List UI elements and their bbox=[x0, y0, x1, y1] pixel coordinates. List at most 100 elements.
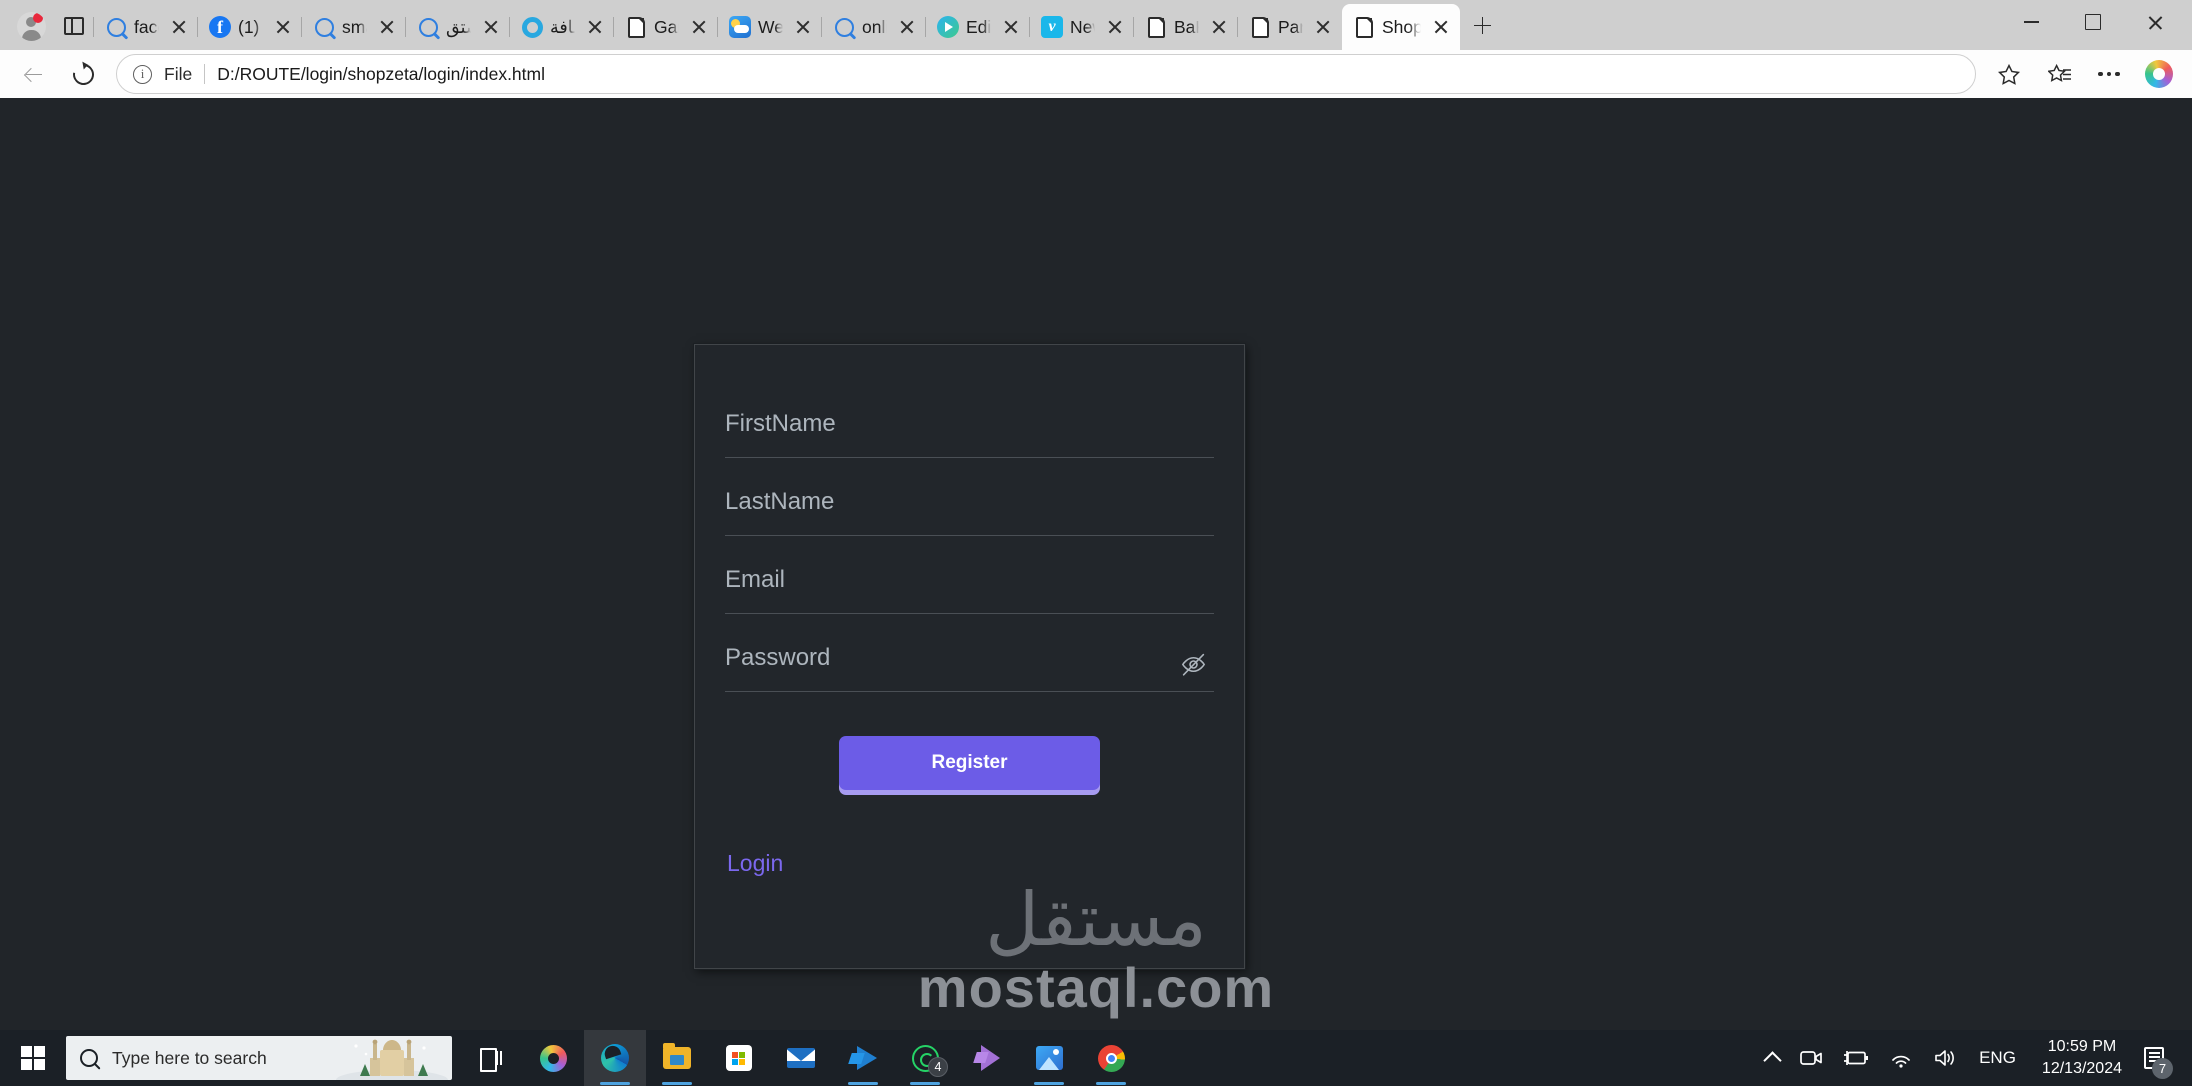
taskbar-app-copilot[interactable] bbox=[522, 1030, 584, 1086]
eye-slash-icon[interactable] bbox=[1178, 649, 1208, 679]
copilot-button[interactable] bbox=[2136, 54, 2182, 94]
tab-party[interactable]: Party bbox=[1237, 4, 1342, 50]
tab-editor[interactable]: Editor bbox=[925, 4, 1030, 50]
close-window-button[interactable] bbox=[2124, 0, 2186, 44]
tab-smart[interactable]: smart bbox=[301, 4, 406, 50]
close-icon[interactable] bbox=[374, 14, 400, 40]
play-icon bbox=[937, 16, 959, 38]
tab-facebook[interactable]: f (1) Fa bbox=[197, 4, 302, 50]
meet-now-button[interactable] bbox=[1789, 1030, 1833, 1086]
tab-title: إضافة bbox=[550, 16, 575, 37]
notification-count: 7 bbox=[2152, 1058, 2173, 1079]
task-view-button[interactable] bbox=[460, 1030, 522, 1086]
tab-mostaql[interactable]: مستق bbox=[405, 4, 510, 50]
lastname-input[interactable] bbox=[725, 479, 1214, 536]
star-icon bbox=[1998, 63, 2020, 85]
tab-new-project[interactable]: v New P bbox=[1029, 4, 1134, 50]
reload-icon bbox=[68, 59, 98, 89]
taskbar-app-photos[interactable] bbox=[1018, 1030, 1080, 1086]
avatar bbox=[16, 11, 46, 41]
search-icon bbox=[313, 16, 335, 38]
clock[interactable]: 10:59 PM 12/13/2024 bbox=[2028, 1036, 2136, 1079]
maximize-button[interactable] bbox=[2062, 0, 2124, 44]
url-scheme-label: File bbox=[164, 63, 193, 84]
tab-game[interactable]: Game bbox=[613, 4, 718, 50]
taskbar-app-visual-studio[interactable] bbox=[956, 1030, 1018, 1086]
language-indicator[interactable]: ENG bbox=[1967, 1048, 2028, 1068]
battery-button[interactable] bbox=[1833, 1030, 1879, 1086]
close-icon[interactable] bbox=[1310, 14, 1336, 40]
tab-title: (1) Fa bbox=[238, 16, 263, 37]
close-icon[interactable] bbox=[478, 14, 504, 40]
tab-online[interactable]: online bbox=[821, 4, 926, 50]
close-icon[interactable] bbox=[790, 14, 816, 40]
settings-and-more-button[interactable] bbox=[2086, 54, 2132, 94]
notifications-button[interactable]: 7 bbox=[2136, 1030, 2180, 1086]
ellipsis-icon bbox=[2098, 71, 2120, 77]
url-text[interactable]: D:/ROUTE/login/shopzeta/login/index.html bbox=[217, 64, 545, 85]
minimize-button[interactable] bbox=[2000, 0, 2062, 44]
document-icon bbox=[1145, 16, 1167, 38]
tab-title: faceb bbox=[134, 16, 159, 37]
vimeo-icon: v bbox=[1041, 16, 1063, 38]
password-field-wrapper bbox=[725, 635, 1214, 692]
add-favorite-button[interactable] bbox=[1986, 54, 2032, 94]
profile-notification-dot bbox=[32, 12, 43, 23]
taskbar-app-file-explorer[interactable] bbox=[646, 1030, 708, 1086]
close-icon[interactable] bbox=[1102, 14, 1128, 40]
tab-title: smart bbox=[342, 16, 367, 37]
tab-shopzeta[interactable]: Shopz bbox=[1342, 4, 1460, 50]
document-icon bbox=[625, 16, 647, 38]
firstname-field-wrapper bbox=[725, 401, 1214, 458]
taskbar-search-box[interactable]: Type here to search bbox=[66, 1036, 452, 1080]
close-icon[interactable] bbox=[894, 14, 920, 40]
search-icon bbox=[833, 16, 855, 38]
profile-button[interactable] bbox=[8, 6, 54, 46]
close-icon[interactable] bbox=[1206, 14, 1232, 40]
tab-title: مستق bbox=[446, 16, 471, 37]
register-button[interactable]: Register bbox=[839, 736, 1100, 790]
back-button[interactable] bbox=[10, 54, 56, 94]
browser-toolbar: i File D:/ROUTE/login/shopzeta/login/ind… bbox=[0, 50, 2192, 98]
info-icon[interactable]: i bbox=[133, 64, 152, 84]
taskbar-app-whatsapp[interactable]: 4 bbox=[894, 1030, 956, 1086]
network-button[interactable] bbox=[1879, 1030, 1923, 1086]
taskbar-app-vs-code[interactable] bbox=[832, 1030, 894, 1086]
show-desktop-button[interactable] bbox=[2180, 1030, 2192, 1086]
address-bar[interactable]: i File D:/ROUTE/login/shopzeta/login/ind… bbox=[116, 54, 1976, 94]
tab-weather[interactable]: Weath bbox=[717, 4, 822, 50]
login-link[interactable]: Login bbox=[727, 850, 783, 877]
password-input[interactable] bbox=[725, 635, 1214, 692]
favorites-button[interactable] bbox=[2036, 54, 2082, 94]
close-icon[interactable] bbox=[998, 14, 1024, 40]
show-hidden-icons-button[interactable] bbox=[1756, 1030, 1789, 1086]
new-tab-button[interactable] bbox=[1460, 3, 1504, 47]
tab-actions-button[interactable] bbox=[54, 6, 94, 46]
search-placeholder: Type here to search bbox=[112, 1047, 267, 1068]
taskbar-app-icons: 4 bbox=[460, 1030, 1142, 1086]
firstname-input[interactable] bbox=[725, 401, 1214, 458]
weather-icon bbox=[729, 16, 751, 38]
tab-title: Weath bbox=[758, 16, 783, 37]
close-icon[interactable] bbox=[166, 14, 192, 40]
task-view-icon bbox=[480, 1048, 502, 1072]
close-icon[interactable] bbox=[582, 14, 608, 40]
close-icon[interactable] bbox=[686, 14, 712, 40]
document-icon bbox=[1249, 16, 1271, 38]
reload-button[interactable] bbox=[60, 54, 106, 94]
close-icon[interactable] bbox=[1428, 14, 1454, 40]
windows-logo-icon bbox=[21, 1046, 45, 1070]
email-input[interactable] bbox=[725, 557, 1214, 614]
taskbar-app-mail[interactable] bbox=[770, 1030, 832, 1086]
taskbar-app-chrome[interactable] bbox=[1080, 1030, 1142, 1086]
close-icon[interactable] bbox=[270, 14, 296, 40]
taskbar-app-microsoft-store[interactable] bbox=[708, 1030, 770, 1086]
window-controls bbox=[2000, 0, 2186, 50]
edge-icon bbox=[601, 1044, 629, 1072]
taskbar-app-edge[interactable] bbox=[584, 1030, 646, 1086]
tab-faceb[interactable]: faceb bbox=[93, 4, 198, 50]
volume-button[interactable] bbox=[1923, 1030, 1967, 1086]
tab-edafa[interactable]: إضافة bbox=[509, 4, 614, 50]
tab-bakery[interactable]: BaKer bbox=[1133, 4, 1238, 50]
start-button[interactable] bbox=[0, 1030, 66, 1086]
